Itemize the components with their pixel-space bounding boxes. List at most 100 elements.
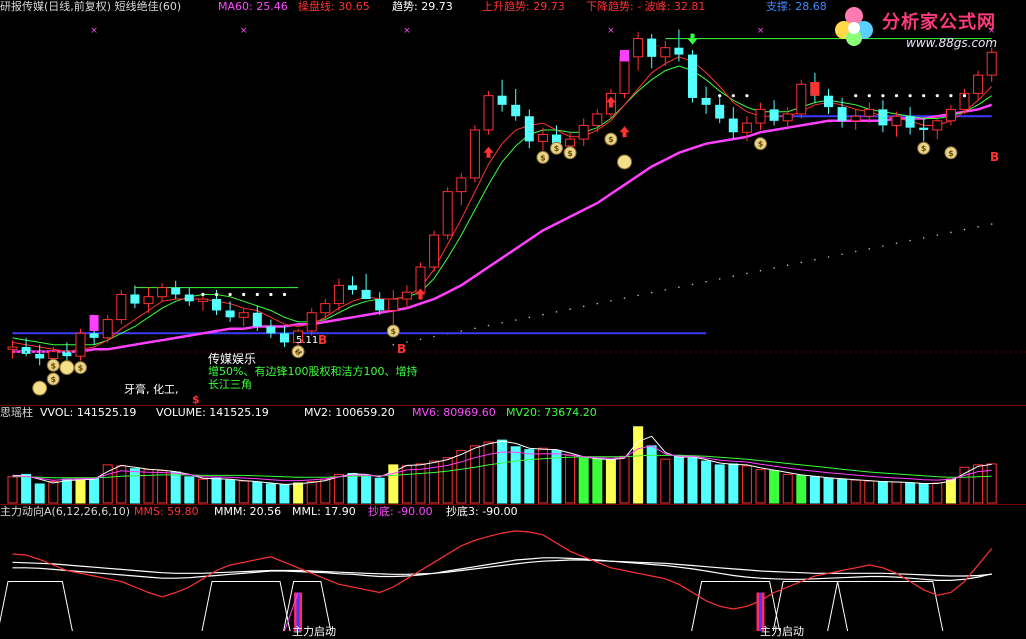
candle-body [348,285,357,290]
trend-dot [800,261,803,264]
volume-bar [932,482,943,504]
candle-body [878,109,888,126]
volume-bar [279,484,290,504]
volume-bar [238,480,249,504]
news-note-2: 长江三角 [208,378,252,391]
candle-body [973,74,984,94]
trend-dot [650,291,653,294]
mmm-line [12,557,992,582]
candle-body [483,95,494,131]
volume-bar [959,466,970,504]
candle-body [361,289,371,300]
candle-body [157,287,168,298]
volume-bar [796,474,807,504]
indicator-panel[interactable]: 主力动向A(6,12,26,6,10) MMS: 59.80 MMM: 20.5… [0,505,1026,638]
signal-block [620,49,629,62]
volume-bar [510,446,521,504]
candle-body [633,38,644,58]
trend-dot [487,324,490,327]
candle-body [130,294,140,304]
volume-bar [605,459,616,504]
trend-dot [664,289,667,291]
trend-dot [922,237,925,239]
signal-dot [935,94,939,98]
concept-note: 牙膏, 化工, [124,383,179,396]
smiley-icon [617,154,632,170]
signal-dot [962,94,967,98]
volume-bar [211,477,222,504]
money-bag-symbol: $ [51,361,57,370]
candle-body [375,299,385,311]
candle-body [266,326,276,334]
news-note-text: 有边锋100股权和洁方100、增持 [254,365,418,378]
trend-dot [501,321,503,324]
volume-bar [646,445,657,504]
candle-body [497,95,507,105]
trend-dot [705,280,707,283]
signal-dot [255,292,259,297]
volume-bar [347,472,358,504]
volume-bar [7,476,18,504]
trend-dot [746,272,748,275]
signal-dot [894,94,899,98]
volume-bar [75,479,86,504]
signal-dot [731,94,735,98]
volume-bar [728,463,739,504]
trend-dot [514,319,517,321]
trend-dot [977,226,979,228]
site-logo: 分析家公式网 www.88gs.com [832,2,1022,54]
money-bag-symbol: $ [567,149,573,158]
volume-bar [973,464,984,504]
volume-bar [945,478,956,504]
down-arrow-icon [687,33,698,45]
volume-bar [374,477,385,504]
signal-dot [745,94,749,98]
candle-body [75,332,86,357]
signal-dot [949,94,953,98]
top-marker: × [240,26,248,36]
signal-dot [867,94,871,98]
indicator-chart [0,530,993,632]
signal-block [810,81,820,96]
candle-body [715,104,725,119]
volume-bar [578,457,589,504]
volume-bar [48,481,59,504]
candle-body [578,124,589,140]
launch-label: 主力启动 [292,625,336,638]
candle-body [524,116,534,142]
trend-dot [868,247,871,250]
volume-bar [293,482,304,504]
volume-bar [225,479,236,504]
candle-body [701,97,711,105]
trend-dot [610,300,612,302]
launch-label: 主力启动 [760,625,804,638]
volume-bar [184,476,195,504]
candle-body [306,312,317,332]
candle-body [565,138,576,147]
signal-dot [718,94,722,98]
signal-dot [854,94,858,98]
candle-body [48,351,59,359]
volume-bar [891,481,902,504]
signal-dot [282,292,287,297]
candle-body [89,333,99,338]
candle-body [919,127,929,130]
candle-body [469,129,480,179]
chaodi-plateau [827,581,944,632]
price-panel[interactable]: 研报传媒(日线,前复权) 短线绝佳(60) MA60: 25.46 操盘线: 3… [0,0,1026,406]
candle-body [864,108,875,117]
volume-bar [252,481,263,504]
volume-panel[interactable]: 思瑶柱 VVOL: 141525.19 VOLUME: 141525.19 MV… [0,406,1026,504]
candle-body [456,177,467,193]
trend-dot [637,294,639,297]
candle-body [741,122,752,133]
trend-dot [732,275,735,277]
trend-dot [582,305,585,308]
money-bag-symbol: $ [391,327,397,336]
candle-body [945,108,956,122]
volume-bar [769,470,780,504]
candle-body [537,134,548,142]
volume-bar [61,478,72,504]
signal-dot [922,94,926,98]
signal-dot [881,94,885,98]
